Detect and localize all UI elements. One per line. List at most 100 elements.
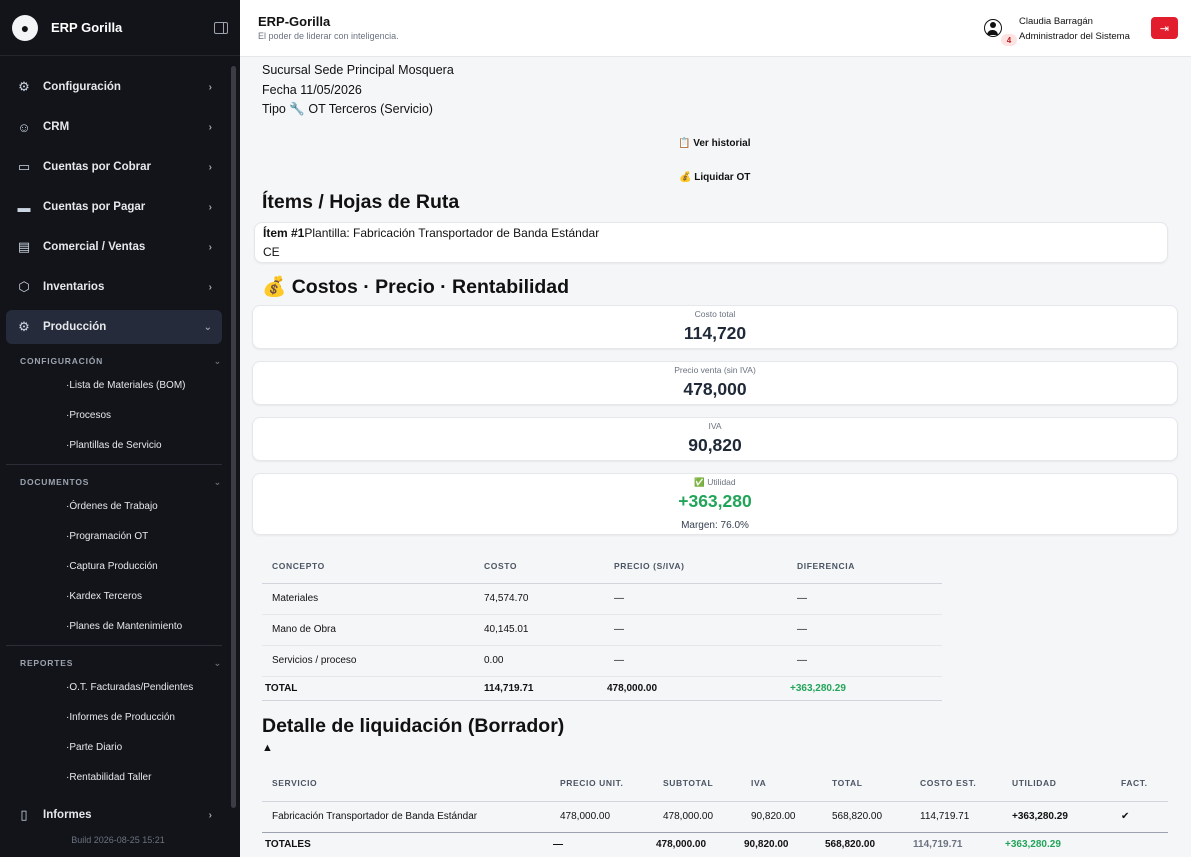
divider [6,464,222,465]
item-template: Plantilla: Fabricación Transportador de … [304,226,600,240]
table-cell: — [604,614,787,646]
user-icon[interactable] [984,19,1002,37]
subitem-label: Parte Diario [69,741,123,753]
section-title: CONFIGURACIÓN [20,356,104,366]
sidebar-toggle-icon[interactable] [214,21,228,34]
table-cell: 74,574.70 [474,583,604,615]
cog-icon: ⚙ [18,319,30,334]
subitem-label: Lista de Materiales (BOM) [69,379,186,391]
sidebar-item-cuentas-cobrar[interactable]: ▭ Cuentas por Cobrar › [6,150,222,184]
table-cell: 568,820.00 [832,811,883,822]
subitem-label: Plantillas de Servicio [69,439,162,451]
column-header: SERVICIO [262,765,550,802]
item-card: Ítem #1Plantilla: Fabricación Transporta… [254,222,1168,263]
brand-bar: ● ERP Gorilla [0,0,240,56]
sidebar-item-cuentas-pagar[interactable]: ▬ Cuentas por Pagar › [6,190,222,224]
item-line: Ítem #1Plantilla: Fabricación Transporta… [263,226,599,240]
kpi-label: Precio venta (sin IVA) [674,365,756,375]
subitem-label: O.T. Facturadas/Pendientes [69,681,194,693]
table-cell: 90,820.00 [751,811,796,822]
section-reportes[interactable]: REPORTES ⌄ [20,654,222,672]
subitem-label: Procesos [69,409,112,421]
table-cell: — [604,645,787,677]
divider [6,645,222,646]
table-cell: +363,280.29 [787,675,942,701]
column-header: IVA [741,765,822,802]
sidebar-item-configuracion[interactable]: ⚙ Configuración › [6,70,222,104]
item-number: Ítem #1 [263,226,305,240]
sidebar-subitem-ordenes[interactable]: · Órdenes de Trabajo [0,491,240,521]
section-configuracion[interactable]: CONFIGURACIÓN ⌄ [20,352,222,370]
column-header: COSTO [474,550,604,584]
table-cell: +363,280.29 [1002,831,1111,856]
table-cell: Mano de Obra [262,614,474,646]
table-total-row: TOTALES — 478,000.00 90,820.00 568,820.0… [262,831,1168,856]
build-label: Build 2026-08-25 15:21 [71,835,165,845]
sidebar-item-crm[interactable]: ☺ CRM › [6,110,222,144]
sidebar-subitem-plantillas[interactable]: · Plantillas de Servicio [0,430,240,460]
chevron-down-icon: ⌄ [213,355,222,366]
sidebar-item-inventarios[interactable]: ⬡ Inventarios › [6,270,222,304]
collapse-arrow-icon[interactable]: ▲ [262,742,273,754]
kpi-label: ✅ Utilidad [694,477,736,487]
sidebar-subitem-ot-facturadas[interactable]: · O.T. Facturadas/Pendientes [0,672,240,702]
sidebar-item-label: Cuentas por Cobrar [43,161,151,173]
card-icon: ▬ [17,199,31,215]
chevron-down-icon: ⌄ [203,321,212,333]
column-header: PRECIO UNIT. [550,765,653,802]
kpi-label: Costo total [694,309,736,319]
crm-icon: ☺ [17,119,31,135]
order-tipo: Tipo 🔧 OT Terceros (Servicio) [262,102,433,116]
sidebar-subitem-captura[interactable]: · Captura Producción [0,551,240,581]
table-cell [1111,831,1168,856]
sidebar-item-informes[interactable]: ▯ Informes › [6,798,222,832]
table-cell: — [787,583,942,615]
subitem-label: Rentabilidad Taller [69,771,152,783]
table-row: Materiales 74,574.70 — — [262,583,942,615]
items-section-title: Ítems / Hojas de Ruta [262,191,460,213]
sidebar-subitem-kardex[interactable]: · Kardex Terceros [0,581,240,611]
logout-button[interactable]: ⇥ [1151,17,1178,39]
chevron-right-icon: › [208,201,212,213]
receipt-icon: ▤ [17,239,31,254]
kpi-precio-venta: Precio venta (sin IVA) 478,000 [252,361,1178,405]
sidebar-subitem-rentabilidad[interactable]: · Rentabilidad Taller [0,762,240,792]
sidebar-item-produccion[interactable]: ⚙ Producción ⌄ [6,310,222,344]
table-cell: — [604,583,787,615]
column-header: CONCEPTO [262,550,474,584]
top-header: ERP-Gorilla El poder de liderar con inte… [240,0,1191,57]
gear-icon: ⚙ [18,79,30,94]
column-header: COSTO EST. [910,765,1002,802]
table-row: Fabricación Transportador de Banda Están… [262,801,1168,832]
table-cell: 90,820.00 [741,831,822,856]
table-total-row: TOTAL 114,719.71 478,000.00 +363,280.29 [262,675,942,701]
section-documentos[interactable]: DOCUMENTOS ⌄ [20,473,222,491]
kpi-utilidad: ✅ Utilidad +363,280 Margen: 76.0% [252,473,1178,535]
chevron-down-icon: ⌄ [213,476,222,487]
subitem-label: Programación OT [69,530,149,542]
sidebar: ● ERP Gorilla ⚙ Configuración › ☺ CRM › … [0,0,240,857]
logout-icon: ⇥ [1159,22,1170,35]
sidebar-item-label: Inventarios [43,281,105,293]
liquidar-ot-button[interactable]: 💰 Liquidar OT [679,172,750,183]
table-cell: 40,145.01 [474,614,604,646]
sidebar-subitem-informes-produccion[interactable]: · Informes de Producción [0,702,240,732]
sidebar-item-label: CRM [43,121,70,133]
sidebar-subitem-programacion[interactable]: · Programación OT [0,521,240,551]
notification-badge[interactable]: 4 [1000,33,1018,47]
sidebar-subitem-mantenimiento[interactable]: · Planes de Mantenimiento [0,611,240,641]
subitem-label: Informes de Producción [69,711,175,723]
main-content: Sucursal Sede Principal Mosquera Fecha 1… [240,57,1191,857]
table-cell: Servicios / proceso [262,645,474,677]
sidebar-subitem-procesos[interactable]: · Procesos [0,400,240,430]
subitem-label: Órdenes de Trabajo [69,500,158,512]
sidebar-item-comercial[interactable]: ▤ Comercial / Ventas › [6,230,222,264]
table-cell: — [787,614,942,646]
sidebar-scrollbar[interactable] [231,66,236,808]
section-title: REPORTES [20,658,74,668]
wallet-icon: ▭ [17,159,31,174]
costs-section-title: 💰 Costos · Precio · Rentabilidad [262,276,570,298]
sidebar-subitem-bom[interactable]: · Lista de Materiales (BOM) [0,370,240,400]
ver-historial-button[interactable]: 📋 Ver historial [678,138,750,149]
sidebar-subitem-parte-diario[interactable]: · Parte Diario [0,732,240,762]
